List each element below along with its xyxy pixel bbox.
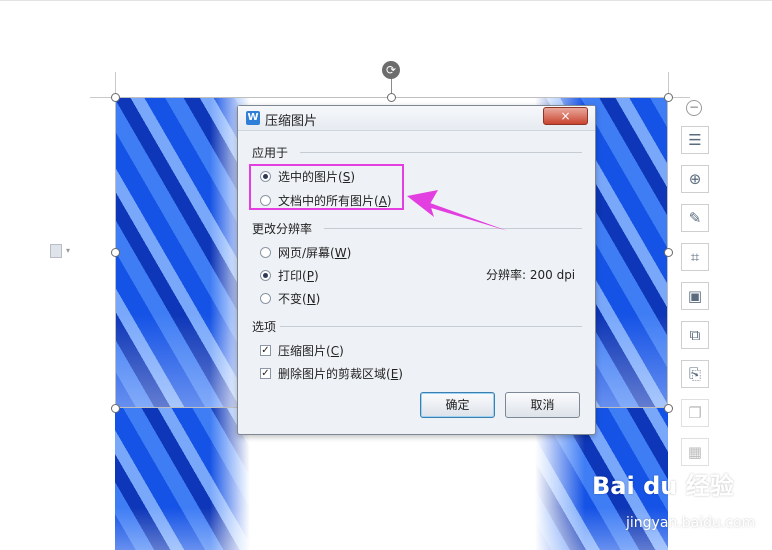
baidu-watermark-url: jingyan.baidu.com [626,515,756,531]
baidu-watermark-logo: Bai du 经验 [592,472,734,500]
